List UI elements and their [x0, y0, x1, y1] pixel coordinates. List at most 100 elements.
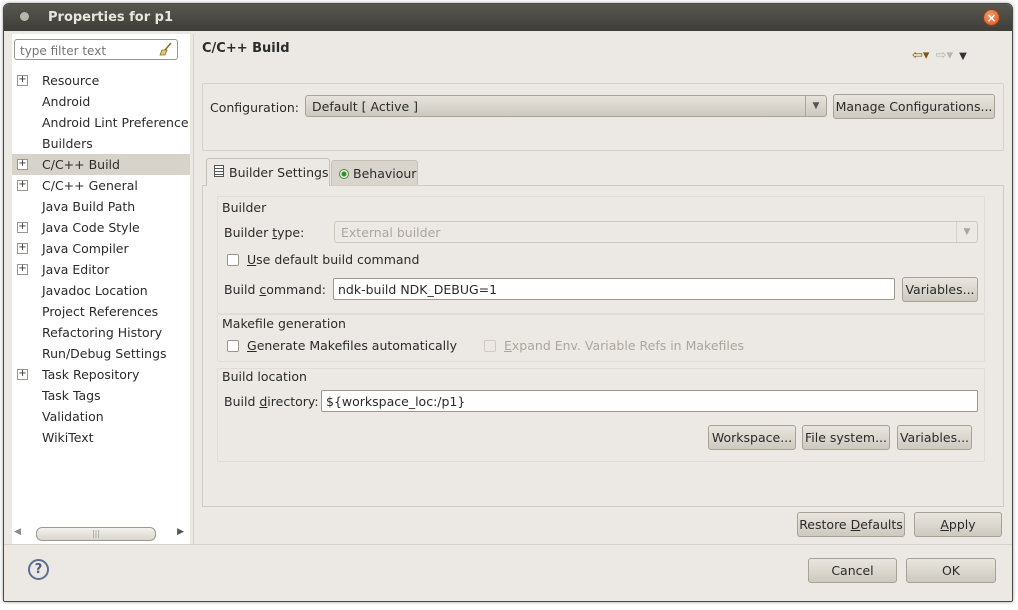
configuration-group: Configuration: Default [ Active ] ▼ Mana… [202, 83, 1004, 151]
expand-icon[interactable]: + [17, 75, 28, 86]
expand-env-vars-label: Expand Env. Variable Refs in Makefiles [504, 338, 745, 353]
tree-item[interactable]: + Java Compiler [12, 238, 190, 259]
cancel-button[interactable]: Cancel [808, 558, 897, 583]
tree-item-label: Project References [42, 304, 159, 319]
builder-group: Builder Builder type: External builder ▼… [217, 196, 985, 314]
tree-item[interactable]: Project References [12, 301, 190, 322]
tree-item[interactable]: + Java Code Style [12, 217, 190, 238]
expand-icon[interactable]: + [17, 180, 28, 191]
page-title: C/C++ Build [202, 41, 290, 56]
tree-item[interactable]: Javadoc Location [12, 280, 190, 301]
restore-defaults-button[interactable]: Restore Defaults [797, 512, 905, 537]
tree-item[interactable]: + Task Repository [12, 364, 190, 385]
tree-item[interactable]: Task Tags [12, 385, 190, 406]
filter-field[interactable] [14, 39, 178, 60]
expand-env-vars-checkbox [484, 340, 496, 352]
tree-item-label: Android [42, 94, 91, 109]
tree-item[interactable]: Android Lint Preference [12, 112, 190, 133]
tree-item-label: Java Build Path [42, 199, 136, 214]
builder-settings-icon [214, 165, 224, 177]
history-nav: ⇦▾ ⇨▾ ▼ [912, 48, 969, 63]
tree-item[interactable]: WikiText [12, 427, 190, 448]
scroll-right-icon[interactable]: ▶ [177, 527, 184, 537]
tree-item[interactable]: Java Build Path [12, 196, 190, 217]
tree-item[interactable]: Android [12, 91, 190, 112]
ok-button[interactable]: OK [906, 558, 996, 583]
tree-item-label: C/C++ General [42, 178, 138, 193]
builder-variables-button[interactable]: Variables... [902, 277, 978, 302]
tree-item[interactable]: Run/Debug Settings [12, 343, 190, 364]
filter-input[interactable] [18, 41, 158, 60]
window-menu-icon[interactable] [20, 12, 29, 21]
tab-content: Builder Builder type: External builder ▼… [202, 185, 1004, 507]
view-menu-icon[interactable]: ▼ [959, 51, 967, 62]
manage-configurations-button[interactable]: Manage Configurations... [833, 94, 995, 119]
dropdown-arrow-icon: ▼ [805, 96, 826, 116]
tab-builder-settings-label: Builder Settings [229, 165, 329, 180]
tree-item-label: Refactoring History [42, 325, 163, 340]
builder-type-select: External builder ▼ [334, 221, 978, 243]
expand-icon[interactable]: + [17, 222, 28, 233]
tree-item[interactable]: + Resource [12, 70, 190, 91]
expand-icon[interactable]: + [17, 243, 28, 254]
horizontal-scrollbar[interactable]: ◀ ||| ▶ [14, 525, 184, 541]
close-button[interactable]: × [983, 9, 1000, 26]
build-location-group-label: Build location [222, 369, 307, 384]
tree-item[interactable]: Validation [12, 406, 190, 427]
configuration-label: Configuration: [210, 100, 299, 115]
preference-tree: + Resource Android Android Lint Preference B… [12, 70, 190, 448]
builder-type-value: External builder [341, 225, 441, 240]
pane-divider[interactable] [193, 34, 194, 544]
build-command-field[interactable]: ndk-build NDK_DEBUG=1 [333, 278, 895, 300]
expand-icon[interactable]: + [17, 369, 28, 380]
build-directory-field[interactable]: ${workspace_loc:/p1} [321, 390, 978, 412]
build-location-group: Build location Build directory: ${worksp… [217, 368, 985, 462]
build-directory-label: Build directory: [224, 394, 319, 409]
apply-button[interactable]: Apply [914, 512, 1002, 537]
tree-item-label: Android Lint Preference [42, 115, 189, 130]
window-title: Properties for p1 [48, 10, 174, 25]
tree-item-label: Run/Debug Settings [42, 346, 167, 361]
configuration-select[interactable]: Default [ Active ] ▼ [305, 95, 827, 117]
file-system-button[interactable]: File system... [802, 425, 890, 450]
preference-tree-pane: + Resource Android Android Lint Preference B… [12, 34, 190, 544]
expand-icon[interactable]: + [17, 264, 28, 275]
generate-makefiles-label[interactable]: Generate Makefiles automatically [247, 338, 457, 353]
makefile-group-label: Makefile generation [222, 316, 346, 331]
clear-filter-icon[interactable] [159, 42, 173, 56]
tab-builder-settings[interactable]: Builder Settings [206, 158, 330, 186]
help-icon[interactable]: ? [28, 559, 49, 580]
forward-arrow-icon[interactable]: ⇨▾ [936, 48, 953, 63]
use-default-command-checkbox[interactable] [227, 254, 239, 266]
builder-group-label: Builder [222, 200, 267, 215]
tree-item-label: Javadoc Location [42, 283, 148, 298]
location-variables-button[interactable]: Variables... [897, 425, 972, 450]
tree-item-label: Task Repository [42, 367, 140, 382]
workspace-button[interactable]: Workspace... [708, 425, 796, 450]
build-directory-value: ${workspace_loc:/p1} [326, 394, 466, 409]
behaviour-icon [339, 169, 349, 179]
tree-item-label: Java Code Style [42, 220, 140, 235]
scroll-thumb[interactable]: ||| [36, 527, 156, 541]
tab-behaviour[interactable]: Behaviour [331, 160, 418, 185]
tree-item-label: Builders [42, 136, 93, 151]
tree-item[interactable]: + C/C++ Build [12, 154, 190, 175]
generate-makefiles-checkbox[interactable] [227, 340, 239, 352]
button-bar-separator [4, 544, 1012, 545]
use-default-command-label[interactable]: Use default build command [247, 252, 419, 267]
tree-item[interactable]: + Java Editor [12, 259, 190, 280]
tree-item[interactable]: Refactoring History [12, 322, 190, 343]
tree-item[interactable]: Builders [12, 133, 190, 154]
tree-item[interactable]: + C/C++ General [12, 175, 190, 196]
configuration-value: Default [ Active ] [312, 99, 419, 114]
title-bar[interactable]: Properties for p1 × [4, 4, 1012, 31]
close-icon: × [986, 11, 997, 25]
tree-item-label: Task Tags [42, 388, 101, 403]
builder-type-label: Builder type: [224, 225, 305, 240]
tree-item-label: Java Compiler [42, 241, 129, 256]
build-command-value: ndk-build NDK_DEBUG=1 [338, 282, 498, 297]
back-arrow-icon[interactable]: ⇦▾ [912, 48, 929, 63]
scroll-left-icon[interactable]: ◀ [14, 527, 21, 537]
tree-item-label: Validation [42, 409, 104, 424]
expand-icon[interactable]: + [17, 159, 28, 170]
